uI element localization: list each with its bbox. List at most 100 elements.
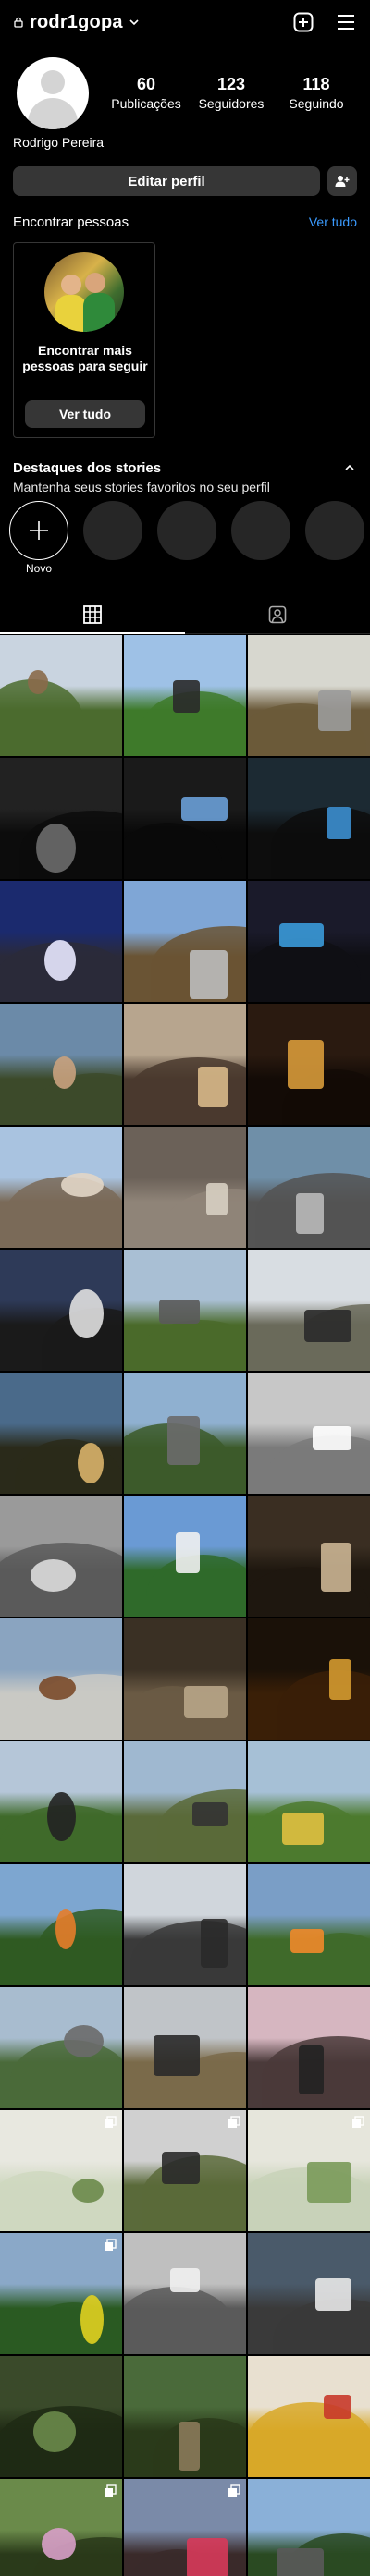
post-thumbnail[interactable] [124, 2356, 246, 2477]
stat-followers[interactable]: 123 Seguidores [189, 74, 274, 113]
post-thumbnail[interactable] [0, 758, 122, 879]
grid-icon [83, 604, 102, 624]
post-thumbnail[interactable] [124, 1496, 246, 1617]
post-thumbnail[interactable] [0, 1741, 122, 1862]
tab-tagged[interactable] [185, 595, 370, 633]
tagged-person-icon [268, 605, 287, 623]
photo-subject [56, 1909, 76, 1949]
photo-subject [72, 2179, 104, 2203]
carousel-icon [105, 2239, 117, 2251]
highlights-row: Novo [9, 501, 370, 575]
post-thumbnail[interactable] [124, 1618, 246, 1740]
photo-subject [167, 1416, 200, 1465]
stat-following[interactable]: 118 Seguindo [274, 74, 359, 113]
avatar[interactable] [17, 57, 89, 129]
carousel-icon [352, 2116, 364, 2128]
photo-subject [187, 2538, 228, 2576]
post-thumbnail[interactable] [248, 1373, 370, 1494]
person-face [61, 275, 81, 295]
post-thumbnail[interactable] [124, 758, 246, 879]
discover-card-see-all-button[interactable]: Ver tudo [25, 400, 145, 428]
stat-posts[interactable]: 60 Publicações [104, 74, 189, 113]
post-thumbnail[interactable] [0, 1618, 122, 1740]
post-thumbnail[interactable] [0, 1250, 122, 1371]
post-thumbnail[interactable] [0, 2233, 122, 2354]
post-thumbnail[interactable] [0, 1004, 122, 1125]
create-post-icon[interactable] [292, 11, 314, 33]
photo-subject [162, 2152, 200, 2184]
post-thumbnail[interactable] [0, 881, 122, 1002]
photo-subject [176, 1532, 200, 1573]
post-thumbnail[interactable] [0, 2479, 122, 2576]
stat-label: Publicações [111, 96, 181, 111]
photo-subject [28, 670, 48, 694]
post-thumbnail[interactable] [248, 2233, 370, 2354]
post-thumbnail[interactable] [124, 1741, 246, 1862]
post-thumbnail[interactable] [248, 2110, 370, 2231]
photo-subject [198, 1067, 228, 1107]
post-thumbnail[interactable] [248, 881, 370, 1002]
photo-subject [192, 1802, 228, 1826]
photo-subject [296, 1193, 324, 1234]
photo-shape [271, 807, 370, 879]
post-thumbnail[interactable] [124, 2110, 246, 2231]
photo-shape [124, 823, 222, 879]
photo-subject [201, 1919, 228, 1968]
post-thumbnail[interactable] [124, 1127, 246, 1248]
post-thumbnail[interactable] [248, 1864, 370, 1985]
post-thumbnail[interactable] [0, 1496, 122, 1617]
person-face [85, 273, 105, 293]
chevron-up-icon[interactable] [342, 460, 357, 475]
post-thumbnail[interactable] [0, 2356, 122, 2477]
post-thumbnail[interactable] [0, 2110, 122, 2231]
plus-icon [30, 521, 48, 540]
post-thumbnail[interactable] [0, 1373, 122, 1494]
post-thumbnail[interactable] [0, 1864, 122, 1985]
post-thumbnail[interactable] [248, 635, 370, 756]
post-thumbnail[interactable] [0, 1127, 122, 1248]
post-thumbnail[interactable] [248, 1741, 370, 1862]
new-highlight-button[interactable] [9, 501, 68, 560]
post-thumbnail[interactable] [248, 1618, 370, 1740]
post-thumbnail[interactable] [124, 2233, 246, 2354]
post-thumbnail[interactable] [248, 1496, 370, 1617]
photo-subject [170, 2268, 200, 2292]
post-thumbnail[interactable] [248, 2356, 370, 2477]
post-thumbnail[interactable] [124, 635, 246, 756]
post-thumbnail[interactable] [248, 1987, 370, 2108]
post-thumbnail[interactable] [248, 1250, 370, 1371]
discover-card[interactable]: Encontrar mais pessoas para seguir Ver t… [13, 242, 155, 438]
post-thumbnail[interactable] [248, 758, 370, 879]
photo-subject [190, 950, 228, 999]
photo-subject [304, 1310, 352, 1342]
post-thumbnail[interactable] [248, 1127, 370, 1248]
discover-see-all-link[interactable]: Ver tudo [309, 214, 357, 230]
post-thumbnail[interactable] [124, 1004, 246, 1125]
discover-header: Encontrar pessoas Ver tudo [13, 214, 357, 230]
post-thumbnail[interactable] [124, 1250, 246, 1371]
post-thumbnail[interactable] [124, 2479, 246, 2576]
profile-tabs [0, 595, 370, 634]
photo-subject [179, 2422, 200, 2471]
post-thumbnail[interactable] [124, 1373, 246, 1494]
post-thumbnail[interactable] [248, 2479, 370, 2576]
post-thumbnail[interactable] [248, 1004, 370, 1125]
photo-subject [327, 807, 352, 839]
post-thumbnail[interactable] [124, 881, 246, 1002]
photo-shape [130, 1921, 246, 1985]
photo-subject [64, 2025, 104, 2057]
menu-icon[interactable] [335, 11, 357, 33]
discover-people-button[interactable] [327, 166, 357, 196]
profile-username[interactable]: rodr1gopa [30, 12, 123, 33]
post-thumbnail[interactable] [0, 635, 122, 756]
photo-subject [39, 1676, 76, 1700]
post-thumbnail[interactable] [0, 1987, 122, 2108]
tab-posts-grid[interactable] [0, 595, 185, 634]
photo-subject [299, 2045, 324, 2094]
new-highlight-label: Novo [25, 562, 52, 575]
post-thumbnail[interactable] [124, 1987, 246, 2108]
photo-subject [80, 2295, 104, 2344]
chevron-down-icon[interactable] [129, 17, 140, 28]
post-thumbnail[interactable] [124, 1864, 246, 1985]
edit-profile-button[interactable]: Editar perfil [13, 166, 320, 196]
